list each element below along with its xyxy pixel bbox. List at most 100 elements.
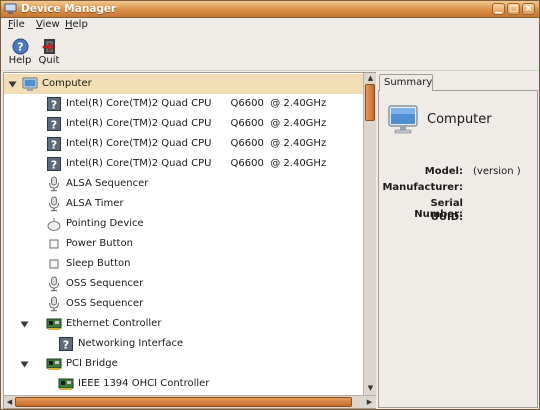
expander-arrow-icon[interactable] bbox=[8, 80, 17, 89]
close-button[interactable]: × bbox=[522, 3, 535, 15]
svg-text:?: ? bbox=[51, 98, 57, 111]
tab-summary[interactable]: Summary bbox=[379, 74, 433, 91]
tree-row[interactable]: OSS Sequencer bbox=[4, 294, 363, 314]
tree-row-label: Intel(R) Core(TM)2 Quad CPU Q6600 @ 2.40… bbox=[66, 138, 327, 149]
details-panel: Summary Computer Model: (version ) Manuf… bbox=[378, 72, 539, 409]
tree-row[interactable]: Computer bbox=[4, 74, 363, 94]
menu-file[interactable]: File bbox=[8, 19, 25, 30]
button-icon bbox=[46, 256, 62, 272]
tree-row-label: Ethernet Controller bbox=[66, 318, 162, 329]
menu-view-rest: iew bbox=[42, 19, 60, 30]
network-card-icon bbox=[58, 376, 74, 392]
horizontal-scrollbar[interactable]: ◀ ▶ bbox=[4, 395, 376, 408]
tree-row[interactable]: ? Intel(R) Core(TM)2 Quad CPU Q6600 @ 2.4… bbox=[4, 154, 363, 174]
quit-label: Quit bbox=[38, 55, 60, 66]
svg-text:?: ? bbox=[51, 118, 57, 131]
tree-row-label: Intel(R) Core(TM)2 Quad CPU Q6600 @ 2.40… bbox=[66, 158, 327, 169]
manufacturer-label: Manufacturer: bbox=[382, 182, 463, 193]
toolbar: ? Help Quit bbox=[1, 35, 539, 71]
uuid-label: UUID: bbox=[430, 212, 463, 223]
svg-text:?: ? bbox=[51, 158, 57, 171]
tree-row-label: ALSA Sequencer bbox=[66, 178, 149, 189]
tree-row-label: Pointing Device bbox=[66, 218, 144, 229]
tree-row[interactable]: ALSA Sequencer bbox=[4, 174, 363, 194]
maximize-icon: □ bbox=[509, 4, 518, 14]
menu-help-mnemonic: H bbox=[65, 19, 73, 30]
expander-arrow-icon[interactable] bbox=[20, 360, 29, 369]
unknown-device-icon: ? bbox=[46, 156, 62, 172]
quit-button[interactable]: Quit bbox=[32, 37, 66, 70]
network-card-icon bbox=[46, 356, 62, 372]
expander-arrow-icon[interactable] bbox=[20, 320, 29, 329]
tree-row[interactable]: ? Intel(R) Core(TM)2 Quad CPU Q6600 @ 2.4… bbox=[4, 94, 363, 114]
scroll-down-icon[interactable]: ▼ bbox=[366, 384, 375, 393]
minimize-icon: ▁ bbox=[495, 4, 502, 14]
tree-row-label: Networking Interface bbox=[78, 338, 184, 349]
tree-row[interactable]: ALSA Timer bbox=[4, 194, 363, 214]
unknown-device-icon: ? bbox=[58, 336, 74, 352]
mouse-icon bbox=[46, 216, 62, 232]
tab-summary-label: Summary bbox=[384, 77, 433, 88]
vertical-scroll-thumb[interactable] bbox=[365, 84, 375, 121]
menu-help[interactable]: Help bbox=[65, 19, 88, 30]
tree-row-label: OSS Sequencer bbox=[66, 298, 144, 309]
button-icon bbox=[46, 236, 62, 252]
menu-view-mnemonic: V bbox=[36, 19, 43, 30]
device-manager-window: Device Manager ▁ □ × File View Help ? He… bbox=[0, 0, 540, 410]
scroll-right-icon[interactable]: ▶ bbox=[365, 398, 374, 407]
tree-row[interactable]: IEEE 1394 OHCI Controller bbox=[4, 374, 363, 394]
svg-text:?: ? bbox=[17, 41, 23, 54]
microphone-icon bbox=[46, 276, 62, 292]
microphone-icon bbox=[46, 176, 62, 192]
model-value: (version ) bbox=[473, 166, 521, 177]
tree-row[interactable]: Ethernet Controller bbox=[4, 314, 363, 334]
tree-row-label: Sleep Button bbox=[66, 258, 131, 269]
window-title: Device Manager bbox=[21, 3, 117, 15]
tree-row-label: Intel(R) Core(TM)2 Quad CPU Q6600 @ 2.40… bbox=[66, 98, 327, 109]
help-icon: ? bbox=[12, 38, 28, 55]
tree-row[interactable]: ? Intel(R) Core(TM)2 Quad CPU Q6600 @ 2.4… bbox=[4, 114, 363, 134]
scroll-up-icon[interactable]: ▲ bbox=[366, 74, 375, 83]
menu-bar: File View Help bbox=[1, 18, 539, 34]
unknown-device-icon: ? bbox=[46, 96, 62, 112]
model-label: Model: bbox=[424, 166, 463, 177]
tree-row[interactable]: Pointing Device bbox=[4, 214, 363, 234]
tree-row-label: Computer bbox=[42, 78, 92, 89]
monitor-icon bbox=[22, 76, 38, 92]
unknown-device-icon: ? bbox=[46, 136, 62, 152]
tree-row-label: OSS Sequencer bbox=[66, 278, 144, 289]
horizontal-scroll-thumb[interactable] bbox=[15, 397, 352, 407]
title-bar[interactable]: Device Manager ▁ □ × bbox=[1, 1, 539, 18]
tree-row-label: ALSA Timer bbox=[66, 198, 124, 209]
scroll-left-icon[interactable]: ◀ bbox=[5, 398, 14, 407]
tree-row[interactable]: ? Intel(R) Core(TM)2 Quad CPU Q6600 @ 2.4… bbox=[4, 134, 363, 154]
maximize-button[interactable]: □ bbox=[507, 3, 520, 15]
unknown-device-icon: ? bbox=[46, 116, 62, 132]
tree-row[interactable]: Sleep Button bbox=[4, 254, 363, 274]
close-icon: × bbox=[524, 4, 533, 14]
vertical-scrollbar[interactable]: ▲ ▼ bbox=[363, 73, 376, 395]
tree-row-label: Intel(R) Core(TM)2 Quad CPU Q6600 @ 2.40… bbox=[66, 118, 327, 129]
tree-row-label: IEEE 1394 OHCI Controller bbox=[78, 378, 210, 389]
tree-row-label: PCI Bridge bbox=[66, 358, 118, 369]
tree-row[interactable]: ? Networking Interface bbox=[4, 334, 363, 354]
menu-view[interactable]: View bbox=[36, 19, 60, 30]
summary-tab-body: Computer Model: (version ) Manufacturer:… bbox=[378, 90, 538, 408]
computer-monitor-icon bbox=[388, 105, 418, 134]
quit-icon bbox=[42, 39, 55, 54]
tree-row[interactable]: OSS Sequencer bbox=[4, 274, 363, 294]
menu-help-rest: elp bbox=[72, 19, 88, 30]
tree-row[interactable]: PCI Bridge bbox=[4, 354, 363, 374]
device-manager-icon bbox=[4, 3, 17, 14]
tree-row-label: Power Button bbox=[66, 238, 133, 249]
microphone-icon bbox=[46, 196, 62, 212]
svg-text:?: ? bbox=[63, 338, 69, 351]
device-tree[interactable]: Computer? Intel(R) Core(TM)2 Quad CPU Q66… bbox=[3, 72, 376, 409]
network-card-icon bbox=[46, 316, 62, 332]
minimize-button[interactable]: ▁ bbox=[492, 3, 505, 15]
summary-device-name: Computer bbox=[427, 112, 492, 127]
svg-text:?: ? bbox=[51, 138, 57, 151]
menu-file-rest: ile bbox=[13, 19, 25, 30]
tree-row[interactable]: Power Button bbox=[4, 234, 363, 254]
microphone-icon bbox=[46, 296, 62, 312]
